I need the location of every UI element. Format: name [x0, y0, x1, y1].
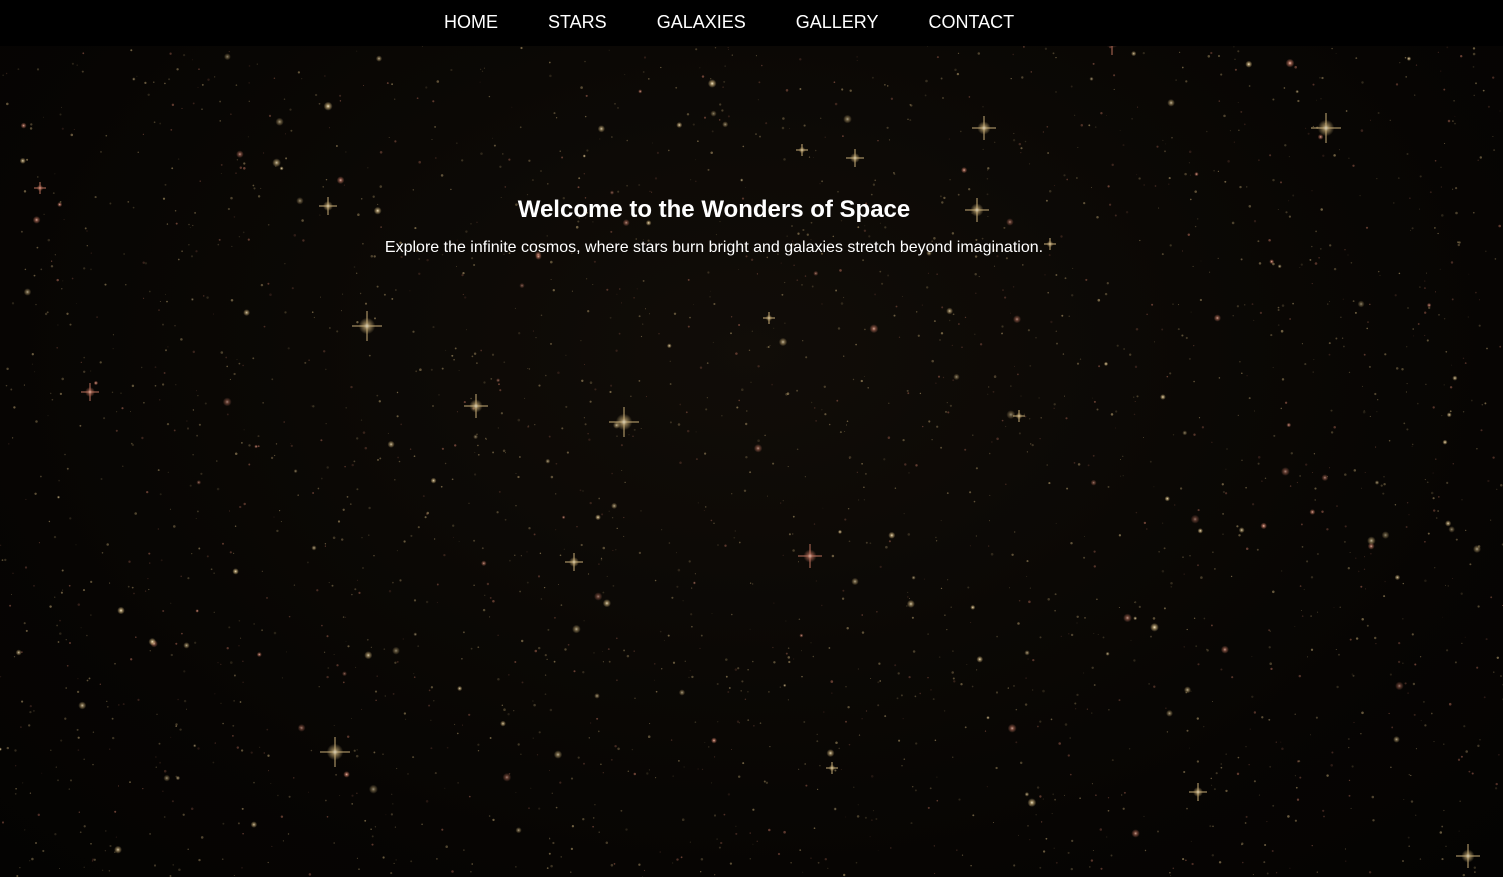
nav-contact-link[interactable]: CONTACT [928, 11, 1014, 33]
hero-subtitle: Explore the infinite cosmos, where stars… [384, 239, 1044, 256]
page: HOME STARS GALAXIES GALLERY CONTACT Welc… [0, 0, 1503, 877]
hero-title: Welcome to the Wonders of Space [517, 196, 911, 223]
nav-gallery-link[interactable]: GALLERY [796, 11, 879, 33]
nav-stars-link[interactable]: STARS [548, 11, 607, 33]
top-navbar: HOME STARS GALAXIES GALLERY CONTACT [0, 0, 1503, 46]
starfield-background [0, 25, 1503, 877]
nav-home-link[interactable]: HOME [444, 11, 498, 33]
hero-section: Welcome to the Wonders of Space Explore … [0, 194, 1428, 258]
nav-galaxies-link[interactable]: GALAXIES [657, 11, 746, 33]
nav-links: HOME STARS GALAXIES GALLERY CONTACT [444, 11, 1014, 33]
